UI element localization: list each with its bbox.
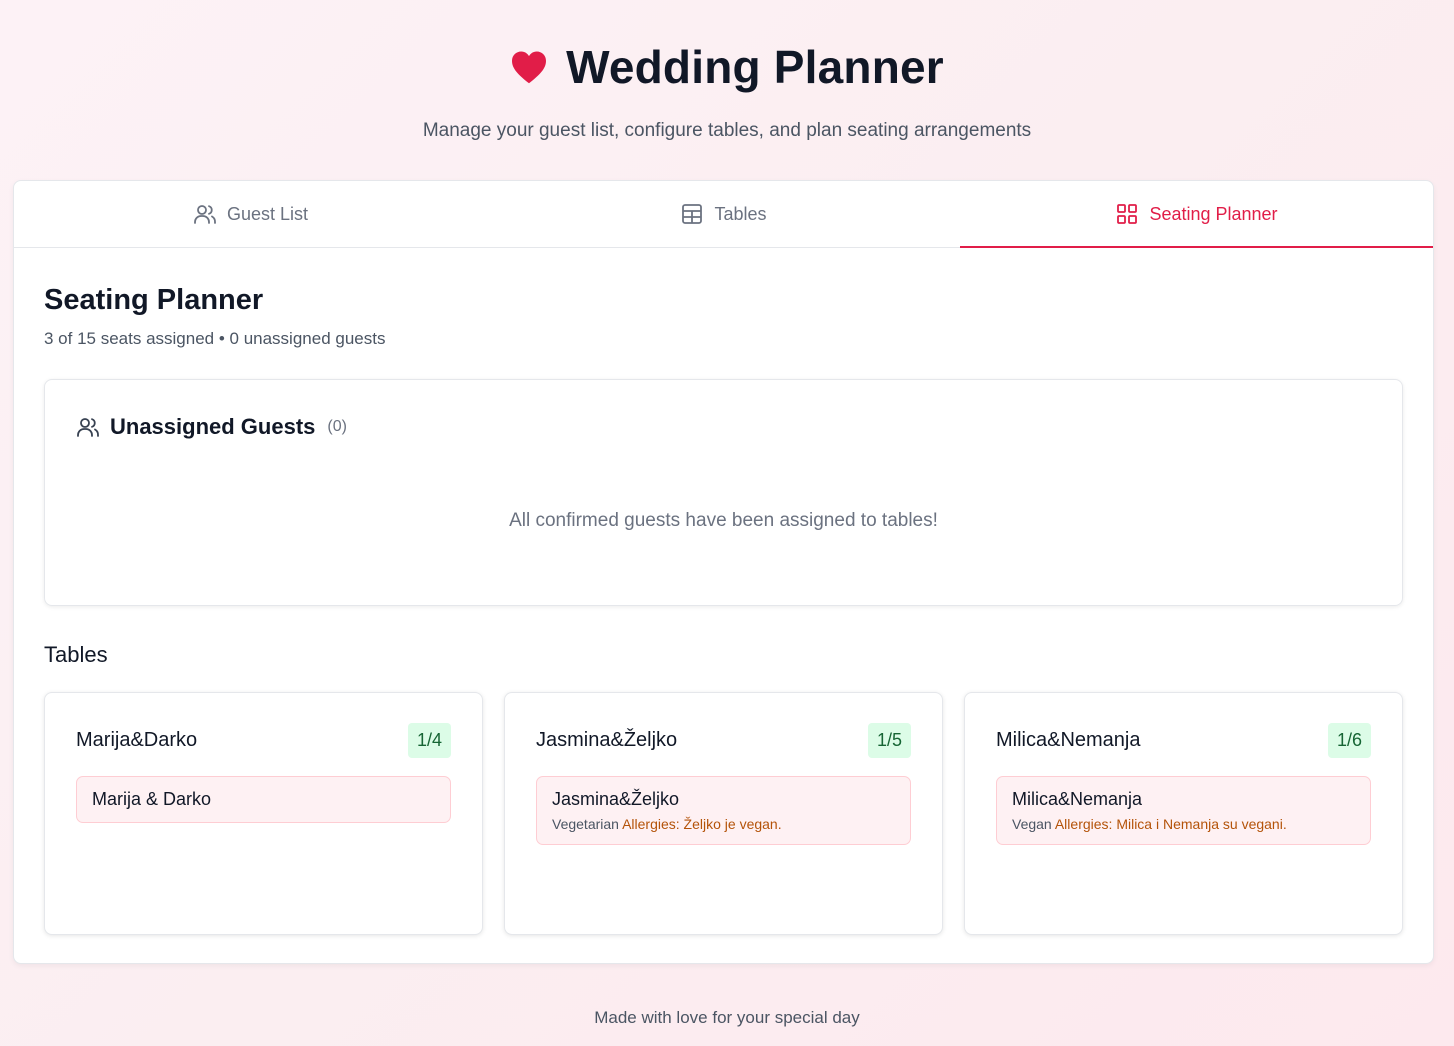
table-icon [680, 202, 704, 226]
guest-details: Vegan Allergies: Milica i Nemanja su veg… [1012, 816, 1355, 832]
unassigned-count: (0) [327, 418, 347, 435]
users-icon [193, 202, 217, 226]
unassigned-panel: Unassigned Guests (0) All confirmed gues… [44, 379, 1403, 606]
tab-label: Seating Planner [1149, 203, 1278, 224]
section-title: Seating Planner [44, 284, 264, 316]
unassigned-title: Unassigned Guests [110, 414, 316, 439]
tab-seating-planner[interactable]: Seating Planner [960, 181, 1433, 248]
table-card[interactable]: Milica&Nemanja 1/6 Milica&Nemanja Vegan … [964, 692, 1403, 935]
guest-allergies: Allergies: Željko je vegan. [622, 816, 782, 832]
app-title: Wedding Planner [566, 41, 944, 93]
guest-diet: Vegetarian [552, 816, 619, 832]
footer-text: Made with love for your special day [594, 1008, 860, 1027]
guest-name: Milica&Nemanja [1012, 789, 1143, 809]
guest-allergies: Allergies: Milica i Nemanja su vegani. [1054, 816, 1287, 832]
table-card-header: Milica&Nemanja 1/6 [996, 723, 1371, 758]
guest-details: Vegetarian Allergies: Željko je vegan. [552, 816, 895, 832]
guest-name: Marija & Darko [92, 789, 212, 809]
unassigned-header: Unassigned Guests (0) [76, 414, 1371, 440]
table-name: Jasmina&Željko [536, 729, 678, 751]
table-card-header: Jasmina&Željko 1/5 [536, 723, 911, 758]
heart-icon [510, 50, 548, 84]
main-card: Guest List Tables Seating Planner Seatin… [13, 180, 1434, 964]
guest-diet: Vegan [1012, 816, 1052, 832]
grid-icon [1115, 202, 1139, 226]
table-name: Marija&Darko [76, 729, 198, 751]
title-row: Wedding Planner [0, 40, 1454, 94]
tables-grid: Marija&Darko 1/4 Marija & Darko Jasmina&… [44, 692, 1403, 935]
guest-chip[interactable]: Marija & Darko [76, 776, 451, 823]
seating-content: Seating Planner 3 of 15 seats assigned •… [14, 248, 1433, 935]
table-card-header: Marija&Darko 1/4 [76, 723, 451, 758]
guest-chip[interactable]: Jasmina&Željko Vegetarian Allergies: Žel… [536, 776, 911, 845]
tab-bar: Guest List Tables Seating Planner [14, 181, 1433, 248]
guest-name: Jasmina&Željko [552, 789, 680, 809]
unassigned-empty-message: All confirmed guests have been assigned … [509, 510, 938, 531]
tab-label: Guest List [226, 203, 309, 224]
users-icon [76, 415, 100, 439]
tables-heading: Tables [44, 642, 108, 667]
guest-chip[interactable]: Milica&Nemanja Vegan Allergies: Milica i… [996, 776, 1371, 845]
occupancy-badge: 1/6 [1327, 723, 1371, 758]
table-card[interactable]: Marija&Darko 1/4 Marija & Darko [44, 692, 483, 935]
seating-summary: 3 of 15 seats assigned • 0 unassigned gu… [44, 329, 386, 348]
app-subtitle: Manage your guest list, configure tables… [422, 120, 1032, 141]
tab-label: Tables [714, 203, 767, 224]
table-name: Milica&Nemanja [996, 729, 1141, 751]
occupancy-badge: 1/5 [867, 723, 911, 758]
occupancy-badge: 1/4 [407, 723, 451, 758]
page-header: Wedding Planner Manage your guest list, … [0, 0, 1454, 180]
tab-guest-list[interactable]: Guest List [14, 181, 487, 247]
tab-tables[interactable]: Tables [487, 181, 960, 247]
table-card[interactable]: Jasmina&Željko 1/5 Jasmina&Željko Vegeta… [504, 692, 943, 935]
